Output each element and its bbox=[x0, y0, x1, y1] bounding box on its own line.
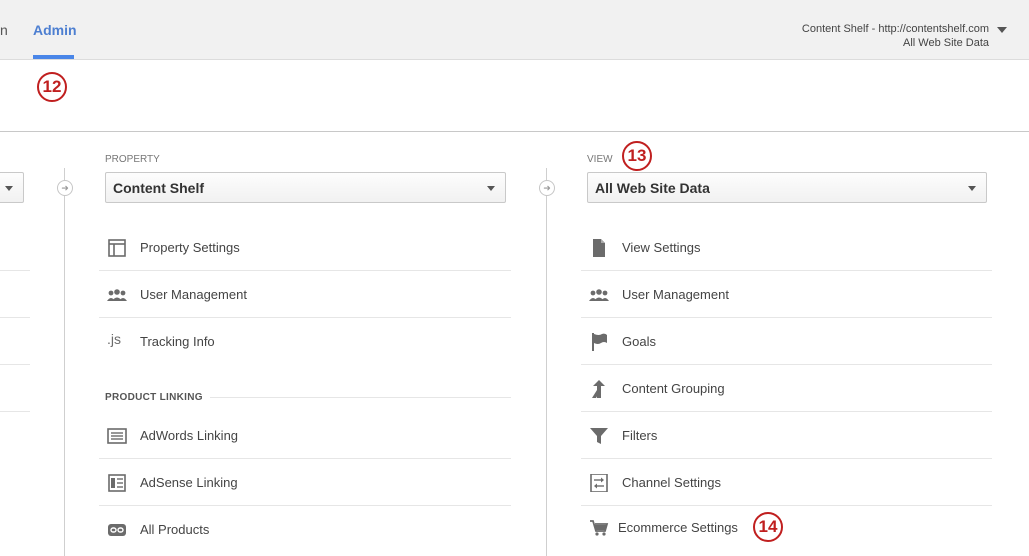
chevron-down-icon[interactable] bbox=[997, 27, 1007, 33]
document-icon bbox=[593, 239, 605, 257]
channel-settings-item[interactable]: Channel Settings bbox=[581, 460, 992, 506]
all-products-label: All Products bbox=[140, 522, 210, 537]
divider bbox=[0, 364, 30, 365]
adsense-linking-label: AdSense Linking bbox=[140, 475, 238, 490]
property-settings-icon bbox=[108, 239, 126, 257]
property-user-management-item[interactable]: User Management bbox=[99, 272, 511, 318]
adwords-linking-label: AdWords Linking bbox=[140, 428, 239, 443]
property-select[interactable]: Content Shelf bbox=[105, 172, 506, 203]
divider bbox=[0, 270, 30, 271]
grouping-icon bbox=[592, 380, 605, 398]
filter-icon bbox=[590, 428, 608, 444]
callout-13: 13 bbox=[622, 141, 652, 171]
goals-item[interactable]: Goals bbox=[581, 319, 992, 365]
view-settings-label: View Settings bbox=[622, 240, 701, 255]
content-grouping-label: Content Grouping bbox=[622, 381, 725, 396]
view-select[interactable]: All Web Site Data bbox=[587, 172, 987, 203]
callout-14: 14 bbox=[753, 512, 783, 542]
chevron-down-icon bbox=[487, 186, 495, 191]
property-user-management-label: User Management bbox=[140, 287, 247, 302]
top-nav-bar: n Admin Content Shelf - http://contentsh… bbox=[0, 0, 1029, 60]
users-icon bbox=[589, 289, 609, 301]
adwords-linking-item[interactable]: AdWords Linking bbox=[99, 413, 511, 459]
tab-partial[interactable]: n bbox=[0, 22, 8, 38]
cart-icon bbox=[590, 520, 609, 536]
view-column-label: VIEW bbox=[587, 154, 613, 165]
view-user-management-label: User Management bbox=[622, 287, 729, 302]
callout-12: 12 bbox=[37, 72, 67, 102]
filters-label: Filters bbox=[622, 428, 658, 443]
account-selector[interactable]: Content Shelf - http://contentshelf.com … bbox=[802, 22, 989, 50]
all-products-item[interactable]: All Products bbox=[99, 507, 511, 553]
account-select[interactable] bbox=[0, 172, 24, 203]
product-linking-heading: PRODUCT LINKING bbox=[105, 392, 203, 403]
divider bbox=[0, 317, 30, 318]
link-icon bbox=[108, 524, 126, 536]
ecommerce-settings-item[interactable]: Ecommerce Settings bbox=[581, 507, 751, 553]
property-settings-item[interactable]: Property Settings bbox=[99, 225, 511, 271]
divider bbox=[0, 411, 30, 412]
goals-label: Goals bbox=[622, 334, 656, 349]
view-user-management-item[interactable]: User Management bbox=[581, 272, 992, 318]
users-icon bbox=[107, 289, 127, 301]
content-grouping-item[interactable]: Content Grouping bbox=[581, 366, 992, 412]
ecommerce-settings-label: Ecommerce Settings bbox=[618, 520, 738, 535]
account-view: All Web Site Data bbox=[902, 37, 989, 49]
adsense-icon bbox=[108, 474, 126, 492]
adsense-linking-item[interactable]: AdSense Linking bbox=[99, 460, 511, 506]
channel-settings-label: Channel Settings bbox=[622, 475, 722, 490]
account-name: Content Shelf - http://contentshelf.com bbox=[801, 23, 989, 35]
active-tab-indicator bbox=[33, 55, 74, 59]
adwords-icon bbox=[107, 428, 127, 444]
property-selected: Content Shelf bbox=[113, 180, 204, 196]
column-separator bbox=[64, 168, 65, 556]
filters-item[interactable]: Filters bbox=[581, 413, 992, 459]
tracking-info-item[interactable]: .js Tracking Info bbox=[99, 319, 511, 365]
column-separator bbox=[546, 168, 547, 556]
tracking-info-label: Tracking Info bbox=[140, 334, 215, 349]
tab-admin[interactable]: Admin bbox=[33, 22, 77, 38]
view-settings-item[interactable]: View Settings bbox=[581, 225, 992, 271]
property-column-label: PROPERTY bbox=[105, 154, 160, 165]
js-icon: .js bbox=[107, 331, 121, 347]
view-selected: All Web Site Data bbox=[595, 180, 710, 196]
chevron-down-icon bbox=[968, 186, 976, 191]
arrow-right-icon: ➜ bbox=[57, 180, 73, 196]
flag-icon bbox=[592, 333, 607, 351]
channel-icon bbox=[590, 474, 608, 492]
sub-header bbox=[0, 60, 1029, 132]
property-settings-label: Property Settings bbox=[140, 240, 240, 255]
divider bbox=[210, 397, 511, 398]
arrow-right-icon: ➜ bbox=[539, 180, 555, 196]
